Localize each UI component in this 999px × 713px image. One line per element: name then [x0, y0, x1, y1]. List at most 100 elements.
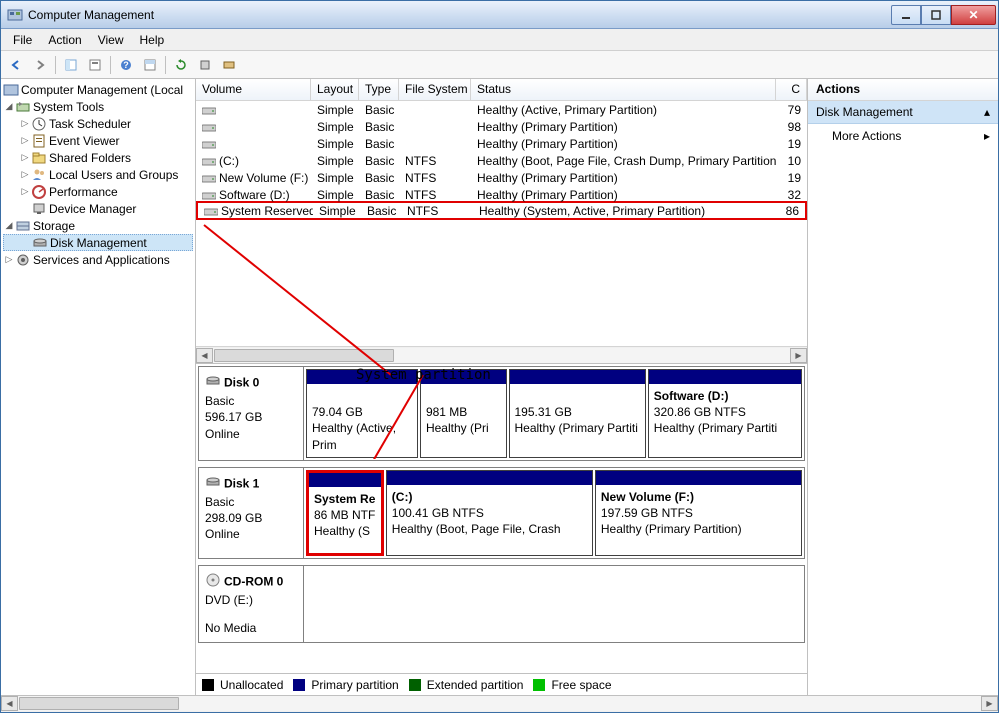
- view-top-button[interactable]: [139, 54, 161, 76]
- col-layout[interactable]: Layout: [311, 79, 359, 100]
- window-frame: Computer Management ✕ File Action View H…: [0, 0, 999, 713]
- titlebar[interactable]: Computer Management ✕: [1, 1, 998, 29]
- tree-task-scheduler[interactable]: ▷ Task Scheduler: [3, 115, 193, 132]
- disk-graphical-view[interactable]: Disk 0Basic596.17 GBOnline 79.04 GBHealt…: [196, 364, 807, 673]
- col-status[interactable]: Status: [471, 79, 776, 100]
- col-volume[interactable]: Volume: [196, 79, 311, 100]
- tree-local-users[interactable]: ▷ Local Users and Groups: [3, 166, 193, 183]
- tree-disk-management[interactable]: Disk Management: [3, 234, 193, 251]
- drive-icon: [202, 139, 216, 149]
- scroll-right-button[interactable]: ▶: [981, 696, 998, 711]
- volume-row[interactable]: Software (D:)SimpleBasicNTFSHealthy (Pri…: [196, 186, 807, 203]
- disk-icon: [205, 373, 221, 393]
- actions-more-actions[interactable]: More Actions ▸: [808, 124, 998, 148]
- tree-panel[interactable]: Computer Management (Local ◢ System Tool…: [1, 79, 196, 695]
- volume-list-body[interactable]: SimpleBasicHealthy (Active, Primary Part…: [196, 101, 807, 346]
- partition[interactable]: System Re86 MB NTFHealthy (S: [306, 470, 384, 556]
- tree-root-label: Computer Management (Local: [21, 83, 183, 97]
- scroll-left-button[interactable]: ◀: [196, 348, 213, 363]
- tree-storage[interactable]: ◢ Storage: [3, 217, 193, 234]
- tree-event-viewer[interactable]: ▷ Event Viewer: [3, 132, 193, 149]
- scroll-right-button[interactable]: ▶: [790, 348, 807, 363]
- disk-row[interactable]: Disk 0Basic596.17 GBOnline 79.04 GBHealt…: [198, 366, 805, 461]
- window-bottom-scrollbar[interactable]: ◀ ▶: [1, 695, 998, 712]
- tree-system-tools[interactable]: ◢ System Tools: [3, 98, 193, 115]
- expand-icon[interactable]: ▷: [19, 118, 31, 130]
- close-button[interactable]: ✕: [951, 5, 996, 25]
- partition[interactable]: 981 MBHealthy (Pri: [420, 369, 507, 458]
- volume-row[interactable]: (C:)SimpleBasicNTFSHealthy (Boot, Page F…: [196, 152, 807, 169]
- tree-event-viewer-label: Event Viewer: [49, 134, 119, 148]
- tree-shared-folders-label: Shared Folders: [49, 151, 131, 165]
- volume-row[interactable]: System ReservedSimpleBasicNTFSHealthy (S…: [196, 201, 807, 220]
- partition-color-bar: [387, 471, 592, 485]
- menu-help[interactable]: Help: [132, 31, 173, 49]
- collapse-icon[interactable]: ◢: [3, 101, 15, 113]
- tree-services[interactable]: ▷ Services and Applications: [3, 251, 193, 268]
- partition-color-bar: [510, 370, 645, 384]
- tree-local-users-label: Local Users and Groups: [49, 168, 178, 182]
- legend-unallocated-label: Unallocated: [220, 678, 283, 692]
- partition[interactable]: Software (D:)320.86 GB NTFSHealthy (Prim…: [648, 369, 802, 458]
- partition[interactable]: 79.04 GBHealthy (Active, Prim: [306, 369, 418, 458]
- volume-row[interactable]: SimpleBasicHealthy (Active, Primary Part…: [196, 101, 807, 118]
- disk-partitions: [304, 566, 804, 643]
- tree-root[interactable]: Computer Management (Local: [3, 81, 193, 98]
- legend: Unallocated Primary partition Extended p…: [196, 673, 807, 695]
- tree-device-manager[interactable]: Device Manager: [3, 200, 193, 217]
- volume-list: Volume Layout Type File System Status C …: [196, 79, 807, 364]
- volume-row[interactable]: SimpleBasicHealthy (Primary Partition)98: [196, 118, 807, 135]
- disk-info: CD-ROM 0DVD (E:)No Media: [199, 566, 304, 643]
- col-type[interactable]: Type: [359, 79, 399, 100]
- extra-button[interactable]: [218, 54, 240, 76]
- menu-file[interactable]: File: [5, 31, 40, 49]
- partition[interactable]: New Volume (F:)197.59 GB NTFSHealthy (Pr…: [595, 470, 802, 556]
- svg-text:?: ?: [123, 60, 129, 70]
- disk-icon: [205, 474, 221, 494]
- legend-free-label: Free space: [551, 678, 611, 692]
- legend-extended-label: Extended partition: [427, 678, 524, 692]
- show-hide-tree-button[interactable]: [60, 54, 82, 76]
- volume-row[interactable]: New Volume (F:)SimpleBasicNTFSHealthy (P…: [196, 169, 807, 186]
- tree-performance-label: Performance: [49, 185, 118, 199]
- actions-disk-management[interactable]: Disk Management ▴: [808, 101, 998, 124]
- properties-button[interactable]: [84, 54, 106, 76]
- help-button[interactable]: ?: [115, 54, 137, 76]
- menu-view[interactable]: View: [90, 31, 132, 49]
- maximize-button[interactable]: [921, 5, 951, 25]
- col-filesystem[interactable]: File System: [399, 79, 471, 100]
- col-capacity[interactable]: C: [776, 79, 807, 100]
- expand-icon[interactable]: ▷: [3, 254, 15, 266]
- scroll-thumb[interactable]: [214, 349, 394, 362]
- scroll-thumb[interactable]: [19, 697, 179, 710]
- disk-row[interactable]: Disk 1Basic298.09 GBOnlineSystem Re86 MB…: [198, 467, 805, 559]
- partition[interactable]: 195.31 GBHealthy (Primary Partiti: [509, 369, 646, 458]
- submenu-arrow-icon: ▸: [984, 129, 990, 143]
- scroll-left-button[interactable]: ◀: [1, 696, 18, 711]
- volume-row[interactable]: SimpleBasicHealthy (Primary Partition)19: [196, 135, 807, 152]
- menu-action[interactable]: Action: [40, 31, 89, 49]
- disk-partitions: System Re86 MB NTFHealthy (S (C:)100.41 …: [304, 468, 804, 558]
- partition-color-bar: [649, 370, 801, 384]
- tree-performance[interactable]: ▷ Performance: [3, 183, 193, 200]
- disk-info: Disk 1Basic298.09 GBOnline: [199, 468, 304, 558]
- settings-button[interactable]: [194, 54, 216, 76]
- collapse-icon[interactable]: ◢: [3, 220, 15, 232]
- tree-shared-folders[interactable]: ▷ Shared Folders: [3, 149, 193, 166]
- toolbar: ?: [1, 51, 998, 79]
- expand-icon[interactable]: ▷: [19, 152, 31, 164]
- tree-device-manager-label: Device Manager: [49, 202, 136, 216]
- partition[interactable]: (C:)100.41 GB NTFSHealthy (Boot, Page Fi…: [386, 470, 593, 556]
- refresh-button[interactable]: [170, 54, 192, 76]
- horizontal-scrollbar[interactable]: ◀ ▶: [196, 346, 807, 363]
- legend-primary-swatch: [293, 679, 305, 691]
- tree-storage-label: Storage: [33, 219, 75, 233]
- expand-icon[interactable]: ▷: [19, 186, 31, 198]
- minimize-button[interactable]: [891, 5, 921, 25]
- expand-icon[interactable]: ▷: [19, 169, 31, 181]
- forward-button[interactable]: [29, 54, 51, 76]
- expand-icon[interactable]: ▷: [19, 135, 31, 147]
- back-button[interactable]: [5, 54, 27, 76]
- list-header: Volume Layout Type File System Status C: [196, 79, 807, 101]
- disk-row[interactable]: CD-ROM 0DVD (E:)No Media: [198, 565, 805, 644]
